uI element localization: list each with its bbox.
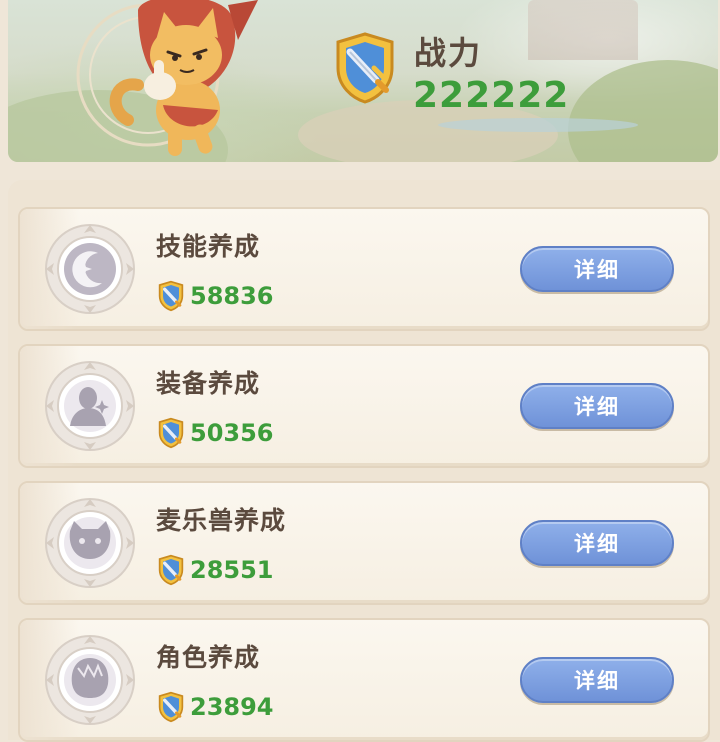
background-hill: [568, 60, 718, 162]
cat-mascot: [76, 0, 258, 156]
growth-card-skill: 技能养成 58836 详细: [18, 207, 710, 331]
detail-button[interactable]: 详细: [520, 657, 674, 703]
character-head-icon: [45, 635, 135, 725]
power-label: 战力: [414, 34, 483, 72]
card-score: 50356: [156, 416, 274, 450]
shield-sword-icon: [158, 417, 184, 449]
card-score: 23894: [156, 690, 274, 724]
detail-button[interactable]: 详细: [520, 520, 674, 566]
shield-sword-icon: [158, 280, 184, 312]
detail-button[interactable]: 详细: [520, 246, 674, 292]
card-score-value: 28551: [190, 556, 274, 584]
card-title: 技能养成: [156, 232, 261, 261]
growth-card-pet: 麦乐兽养成 28551 详细: [18, 481, 710, 605]
growth-card-equipment: 装备养成 50356 详细: [18, 344, 710, 468]
person-silhouette-icon: [45, 361, 135, 451]
card-title: 角色养成: [156, 643, 261, 672]
background-river: [438, 118, 638, 132]
cat-face-icon: [45, 498, 135, 588]
power-value: 222222: [413, 75, 570, 116]
card-title: 麦乐兽养成: [156, 506, 287, 535]
card-score-value: 23894: [190, 693, 274, 721]
card-title: 装备养成: [156, 369, 261, 398]
card-score-value: 58836: [190, 282, 274, 310]
shield-sword-icon: [158, 691, 184, 723]
growth-card-character: 角色养成 23894 详细: [18, 618, 710, 742]
card-score-value: 50356: [190, 419, 274, 447]
card-score: 58836: [156, 279, 274, 313]
background-castle: [528, 0, 638, 60]
shield-sword-icon: [158, 554, 184, 586]
header-banner: 战力 222222: [8, 0, 718, 162]
detail-button[interactable]: 详细: [520, 383, 674, 429]
shield-sword-icon: [336, 32, 394, 104]
crescent-moon-star-icon: [45, 224, 135, 314]
card-score: 28551: [156, 553, 274, 587]
